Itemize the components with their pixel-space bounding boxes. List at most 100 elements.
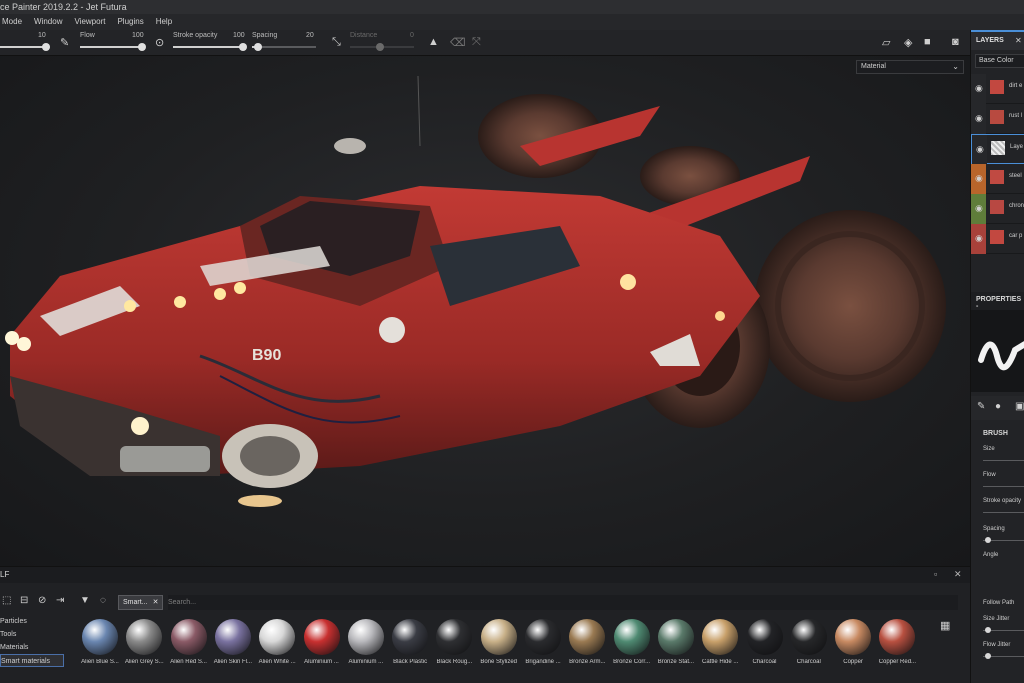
distance-value: 0 (410, 32, 414, 39)
material-item[interactable]: Alien White ... (255, 619, 299, 675)
material-item[interactable]: Bronze Stat... (654, 619, 698, 675)
material-item[interactable]: Black Plastic (388, 619, 432, 675)
material-tab-icon[interactable]: ▣ (1015, 401, 1024, 412)
material-item[interactable]: Charcoal (743, 619, 787, 675)
material-item[interactable]: Charcoal (787, 619, 831, 675)
filter-icon[interactable]: ▼ (80, 595, 90, 606)
layer-row[interactable]: ◉ steel (971, 164, 1024, 194)
category-smart-materials[interactable]: Smart materials (0, 654, 64, 667)
eye-icon[interactable]: ◉ (975, 173, 983, 184)
float-panel-icon[interactable]: ▫ (934, 569, 937, 579)
material-item[interactable]: Bone Stylized (477, 619, 521, 675)
material-item[interactable]: Alien Grey S... (122, 619, 166, 675)
brush-prop-slider[interactable] (983, 460, 1024, 461)
brush-prop-label: Spacing (983, 526, 1005, 532)
layer-row[interactable]: ◉ rust l (971, 104, 1024, 134)
menu-help[interactable]: Help (144, 14, 172, 30)
material-item[interactable]: Brigandine ... (521, 619, 565, 675)
material-item[interactable]: Bronze Arm... (565, 619, 609, 675)
material-preview (613, 619, 650, 655)
eye-icon[interactable]: ◉ (976, 144, 984, 155)
material-item[interactable]: Aluminium ... (344, 619, 388, 675)
flow-value: 100 (132, 32, 144, 39)
display-settings-icon[interactable]: ▱ (882, 36, 890, 49)
import-icon[interactable]: ⇥ (56, 595, 64, 606)
eye-icon[interactable]: ◉ (975, 203, 983, 214)
material-label: Alien Red S... (170, 659, 207, 665)
alpha-tab-icon[interactable]: ● (995, 401, 1001, 412)
shelf-title: LF (0, 570, 10, 579)
spacing-label: Spacing (252, 32, 278, 39)
menu-mode[interactable]: Mode (0, 14, 22, 30)
slider-knob[interactable] (985, 627, 991, 633)
pen-pressure-icon[interactable]: ⊙ (155, 36, 164, 49)
shelf-search-input[interactable]: Search... (168, 595, 958, 610)
material-item[interactable]: Alien Red S... (167, 619, 211, 675)
slider-knob[interactable] (985, 653, 991, 659)
transform-icon[interactable]: ⤧ (472, 36, 481, 49)
material-item[interactable]: Aluminium ... (300, 619, 344, 675)
material-preview (126, 619, 163, 655)
material-item[interactable]: Copper (831, 619, 875, 675)
delete-icon[interactable]: ⊟ (20, 595, 28, 606)
category-materials[interactable]: Materials (0, 641, 64, 654)
eye-icon[interactable]: ◉ (975, 113, 983, 124)
layer-row[interactable]: ◉ dirt e (971, 74, 1024, 104)
close-icon[interactable]: ✕ (153, 596, 159, 609)
app-window: ce Painter 2019.2.2 - Jet Futura Mode Wi… (0, 0, 1024, 683)
close-icon[interactable]: ✕ (1015, 36, 1022, 45)
hide-icon[interactable]: ⊘ (38, 595, 46, 606)
menu-window[interactable]: Window (22, 14, 62, 30)
viewport-channel-select[interactable]: Material ⌄ (856, 60, 964, 74)
brush-prop-slider[interactable] (983, 486, 1024, 487)
3d-viewport[interactable]: Material ⌄ B90 (0, 56, 970, 566)
tab-layers[interactable]: LAYERS ✕ (971, 30, 1024, 50)
layer-row[interactable]: ◉ chron (971, 194, 1024, 224)
filter-tag[interactable]: Smart... ✕ (118, 595, 163, 610)
shader-settings-icon[interactable]: ◈ (904, 36, 912, 49)
category-tools[interactable]: Tools (0, 628, 64, 641)
material-item[interactable]: Cattle Hide ... (698, 619, 742, 675)
layer-row[interactable]: ◉ Laye (971, 134, 1024, 165)
flow-label: Flow (80, 32, 95, 39)
material-item[interactable]: Alien Skin Fl... (211, 619, 255, 675)
eye-icon[interactable]: ◉ (975, 233, 983, 244)
menu-viewport[interactable]: Viewport (62, 14, 105, 30)
screenshot-icon[interactable]: ◙ (952, 36, 959, 48)
category-particles[interactable]: Particles (0, 615, 64, 628)
material-label: Bronze Corr... (613, 659, 651, 665)
collapse-icon[interactable]: ◌ (100, 595, 106, 606)
layer-row[interactable]: ◉ car p (971, 224, 1024, 254)
eraser-icon[interactable]: ⌫ (450, 36, 466, 49)
material-label: Bronze Stat... (657, 659, 695, 665)
lazy-mouse-icon[interactable]: ⤡ (332, 36, 341, 49)
grid-view-icon[interactable]: ▦ (940, 619, 950, 632)
material-item[interactable]: Black Roug... (432, 619, 476, 675)
material-label: Alien Blue S... (81, 659, 119, 665)
material-preview (657, 619, 694, 655)
shelf-header: LF ▫ ✕ (0, 567, 970, 583)
material-item[interactable]: Copper Red... (875, 619, 919, 675)
material-item[interactable]: Alien Blue S... (78, 619, 122, 675)
shelf-panel: LF ▫ ✕ ⬚ ⊟ ⊘ ⇥ ▼ ◌ Smart... ✕ Search... … (0, 566, 970, 683)
brush-icon[interactable]: ✎ (60, 36, 69, 49)
layer-thumbnail (990, 80, 1004, 94)
brush-tab-icon[interactable]: ✎ (977, 401, 985, 412)
brush-section-title: BRUSH (983, 430, 1008, 437)
size-value: 10 (38, 32, 46, 39)
material-preview (702, 619, 739, 655)
material-preview (480, 619, 517, 655)
slider-knob[interactable] (985, 537, 991, 543)
material-preview (82, 619, 118, 655)
material-item[interactable]: Bronze Corr... (610, 619, 654, 675)
new-folder-icon[interactable]: ⬚ (2, 595, 11, 606)
brush-prop-slider[interactable] (983, 512, 1024, 513)
layer-channel-select[interactable]: Base Color (975, 54, 1024, 68)
symmetry-icon[interactable]: ▲ (428, 36, 439, 48)
menu-plugins[interactable]: Plugins (105, 14, 143, 30)
eye-icon[interactable]: ◉ (975, 83, 983, 94)
material-preview (392, 619, 429, 655)
material-preview (746, 619, 783, 655)
camera-icon[interactable]: ■ (924, 36, 931, 48)
close-icon[interactable]: ✕ (954, 569, 962, 580)
